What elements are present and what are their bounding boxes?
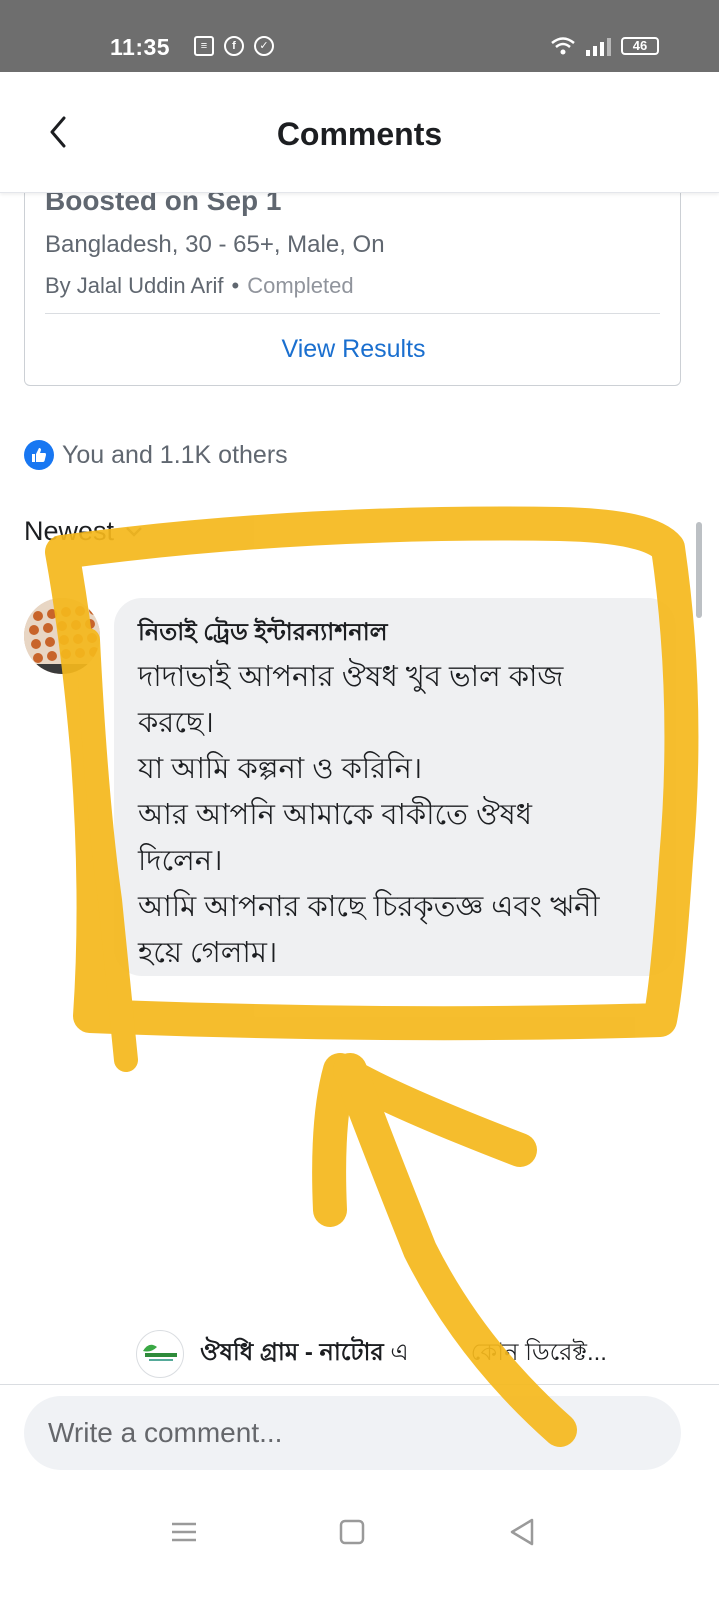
- system-nav-bar: [0, 1492, 719, 1600]
- status-icons-right: 46: [550, 36, 659, 56]
- message-icon: ≡: [194, 36, 214, 56]
- menu-icon[interactable]: [164, 1512, 204, 1552]
- reply-snippet-start: এ: [383, 1339, 409, 1366]
- signal-icon: [586, 36, 611, 56]
- back-triangle-icon[interactable]: [502, 1512, 542, 1552]
- divider: [0, 1384, 719, 1385]
- avatar[interactable]: [24, 598, 100, 674]
- boost-audience: Bangladesh, 30 - 65+, Male, On: [45, 231, 385, 258]
- boost-status: Completed: [247, 273, 354, 298]
- facebook-icon: f: [224, 36, 244, 56]
- battery-icon: 46: [621, 37, 659, 55]
- sort-dropdown[interactable]: Newest: [24, 516, 144, 547]
- boost-author: By Jalal Uddin Arif: [45, 273, 224, 298]
- messenger-icon: ✓: [254, 36, 274, 56]
- comment-text: দাদাভাই আপনার ঔষধ খুব ভাল কাজ করছে। যা আ…: [138, 661, 600, 969]
- reply-preview[interactable]: ঔষধি গ্রাম - নাটোর এ কোন ডিরেক্ট...: [136, 1330, 607, 1378]
- comment-bubble[interactable]: নিতাই ট্রেড ইন্টারন্যাশনাল দাদাভাই আপনার…: [114, 598, 676, 976]
- comment-author[interactable]: নিতাই ট্রেড ইন্টারন্যাশনাল: [138, 614, 388, 654]
- page-avatar: [136, 1330, 184, 1378]
- wifi-icon: [551, 37, 575, 55]
- chevron-down-icon: [126, 526, 142, 537]
- reply-page-name: ঔষধি গ্রাম - নাটোর: [200, 1339, 384, 1366]
- page-title: Comments: [276, 116, 443, 152]
- boost-meta: By Jalal Uddin Arif • Completed: [45, 273, 354, 299]
- meta-separator: •: [231, 273, 240, 298]
- status-time: 11:35: [110, 34, 171, 60]
- sort-label: Newest: [24, 516, 115, 546]
- reactions-summary: You and 1.1K others: [62, 440, 288, 469]
- home-square-icon[interactable]: [332, 1512, 372, 1552]
- header: Comments: [0, 72, 719, 193]
- reactions-row[interactable]: You and 1.1K others: [24, 440, 288, 470]
- scrollbar[interactable]: [696, 522, 702, 618]
- divider: [45, 313, 660, 314]
- notification-icons: ≡ f ✓: [194, 36, 274, 56]
- comment-input[interactable]: [24, 1396, 681, 1470]
- view-results-button[interactable]: View Results: [25, 335, 682, 364]
- reply-snippet-end: কোন ডিরেক্ট...: [470, 1339, 607, 1366]
- status-bar: 11:35 ≡ f ✓ 46: [0, 0, 719, 72]
- reply-text: ঔষধি গ্রাম - নাটোর এ কোন ডিরেক্ট...: [200, 1334, 607, 1374]
- like-icon: [24, 440, 54, 470]
